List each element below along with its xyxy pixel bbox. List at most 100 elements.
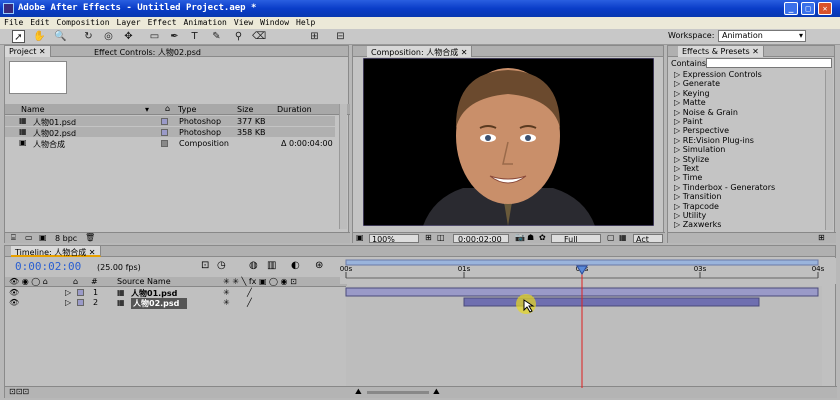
shy-switch-icon[interactable]: ✳ <box>223 288 230 297</box>
menu-animation[interactable]: Animation <box>184 18 227 29</box>
effects-category[interactable]: ▷ Simulation <box>674 145 725 154</box>
effects-category[interactable]: ▷ Trapcode <box>674 202 719 211</box>
effects-category[interactable]: ▷ Stylize <box>674 155 709 164</box>
effects-category[interactable]: ▷ Utility <box>674 211 706 220</box>
project-item[interactable]: ▦ 人物01.psd Photoshop 377 KB <box>5 116 335 127</box>
menu-file[interactable]: File <box>4 18 23 29</box>
label-column-icon[interactable]: ⌂ <box>165 104 170 113</box>
text-tool-icon[interactable]: T <box>188 30 201 43</box>
rotate-tool-icon[interactable]: ↻ <box>82 30 95 43</box>
col-name[interactable]: Name <box>21 105 45 114</box>
shy-switch-icon[interactable]: ✳ <box>223 298 230 307</box>
menu-layer[interactable]: Layer <box>117 18 141 29</box>
tab-effect-controls[interactable]: Effect Controls: 人物02.psd <box>90 46 205 57</box>
quality-switch-icon[interactable]: ╱ <box>247 288 252 297</box>
new-comp-icon[interactable]: ▣ <box>39 233 47 242</box>
tab-effects-presets[interactable]: Effects & Presets ✕ <box>678 46 764 57</box>
col-size[interactable]: Size <box>237 105 253 114</box>
always-preview-icon[interactable]: ▣ <box>356 233 364 242</box>
frame-blending-icon[interactable]: ◐ <box>291 260 300 271</box>
effects-category[interactable]: ▷ Time <box>674 173 702 182</box>
hide-shy-icon[interactable]: ▥ <box>267 260 276 271</box>
new-preset-icon[interactable]: ⊞ <box>818 233 825 242</box>
tab-project[interactable]: Project ✕ <box>5 46 51 57</box>
resolution-dropdown[interactable]: Full <box>551 234 601 244</box>
toggle-switches-icon[interactable]: ⊡⊡⊡ <box>9 387 29 396</box>
menu-edit[interactable]: Edit <box>30 18 49 29</box>
layer-row[interactable]: 👁 ▷ 2 ▦ 人物02.psd ✳ ╱ <box>5 298 347 309</box>
zoom-tool-icon[interactable]: 🔍 <box>54 30 67 43</box>
label-swatch[interactable] <box>161 118 168 125</box>
safe-zones-icon[interactable]: ⊞ <box>425 233 432 242</box>
tab-composition[interactable]: Composition: 人物合成 ✕ <box>367 46 473 57</box>
show-snapshot-icon[interactable]: ☗ <box>527 233 534 242</box>
workspace-dropdown[interactable]: Animation ▾ <box>718 30 806 42</box>
camera-view-dropdown[interactable]: Act <box>633 234 663 244</box>
mask-rect-tool-icon[interactable]: ▭ <box>148 30 161 43</box>
comp-viewer[interactable] <box>362 57 655 227</box>
track-xy-camera-icon[interactable]: ✥ <box>122 30 135 43</box>
expand-triangle-icon[interactable]: ▷ <box>65 298 71 307</box>
col-type[interactable]: Type <box>178 105 196 114</box>
effects-category[interactable]: ▷ Zaxwerks <box>674 220 721 229</box>
zoom-out-mountain-icon[interactable]: ⛰ <box>355 387 362 397</box>
effects-category[interactable]: ▷ Keying <box>674 89 710 98</box>
new-folder-icon[interactable]: ▭ <box>25 233 33 242</box>
hand-tool-icon[interactable]: ✋ <box>33 30 46 43</box>
effects-category[interactable]: ▷ RE:Vision Plug-ins <box>674 136 754 145</box>
timeline-timecode[interactable]: 0:00:02:00 <box>15 260 81 273</box>
col-duration[interactable]: Duration <box>277 105 312 114</box>
zoom-in-mountain-icon[interactable]: ⛰ <box>433 387 440 397</box>
effects-category[interactable]: ▷ Matte <box>674 98 706 107</box>
bpc-button[interactable]: 8 bpc <box>55 234 77 243</box>
interpret-footage-icon[interactable]: ⌸ <box>11 233 16 243</box>
project-scrollbar[interactable] <box>339 104 347 229</box>
menu-effect[interactable]: Effect <box>148 18 177 29</box>
local-axis-mode-icon[interactable]: ⊞ <box>308 30 321 43</box>
layer-label-swatch[interactable] <box>77 289 84 296</box>
label-swatch[interactable] <box>161 140 168 147</box>
brush-tool-icon[interactable]: ✎ <box>210 30 223 43</box>
comp-timecode[interactable]: 0:00:02:00 <box>453 234 509 244</box>
layer-name[interactable]: 人物02.psd <box>131 298 188 309</box>
world-axis-mode-icon[interactable]: ⊟ <box>334 30 347 43</box>
menu-help[interactable]: Help <box>296 18 315 29</box>
expand-triangle-icon[interactable]: ▷ <box>65 288 71 297</box>
eraser-tool-icon[interactable]: ⌫ <box>252 30 266 43</box>
label-swatch[interactable] <box>161 129 168 136</box>
layer-label-swatch[interactable] <box>77 299 84 306</box>
project-item[interactable]: ▣ 人物合成 Composition Δ 0:00:04:00 <box>5 138 335 149</box>
transparency-grid-icon[interactable]: ▦ <box>619 233 627 242</box>
col-source-name[interactable]: Source Name <box>117 277 171 286</box>
visibility-eye-icon[interactable]: 👁 <box>9 298 19 307</box>
trash-icon[interactable]: 🗑 <box>85 233 95 242</box>
timeline-zoom-slider[interactable] <box>367 391 429 394</box>
close-button[interactable]: ✕ <box>818 2 832 15</box>
layer-row[interactable]: 👁 ▷ 1 ▦ 人物01.psd ✳ ╱ <box>5 288 347 298</box>
effects-search-input[interactable] <box>706 58 832 68</box>
col-layer-number[interactable]: # <box>91 277 98 286</box>
motion-blur-icon[interactable]: ⊛ <box>315 260 323 271</box>
snapshot-icon[interactable]: 📷 <box>515 233 525 242</box>
menu-composition[interactable]: Composition <box>57 18 110 29</box>
effects-category[interactable]: ▷ Transition <box>674 192 721 201</box>
tab-timeline[interactable]: Timeline: 人物合成 ✕ <box>11 246 101 257</box>
comp-mini-flowchart-icon[interactable]: ⊡ <box>201 260 209 271</box>
sort-chevron-icon[interactable]: ▾ <box>145 105 149 114</box>
minimize-button[interactable]: _ <box>784 2 798 15</box>
live-update-icon[interactable]: ◷ <box>217 260 226 271</box>
effects-category[interactable]: ▷ Perspective <box>674 126 729 135</box>
selection-tool-icon[interactable]: ➚ <box>12 30 25 43</box>
project-item[interactable]: ▦ 人物02.psd Photoshop 358 KB <box>5 127 335 138</box>
effects-category[interactable]: ▷ Generate <box>674 79 720 88</box>
effects-category[interactable]: ▷ Paint <box>674 117 703 126</box>
region-of-interest-icon[interactable]: ▢ <box>607 233 615 242</box>
mask-view-icon[interactable]: ◫ <box>437 233 445 242</box>
zoom-dropdown[interactable]: 100% <box>369 234 419 244</box>
effects-scrollbar[interactable] <box>825 70 833 230</box>
channel-icon[interactable]: ✿ <box>539 233 546 242</box>
effects-category[interactable]: ▷ Noise & Grain <box>674 108 738 117</box>
menu-view[interactable]: View <box>234 18 253 29</box>
effects-category[interactable]: ▷ Tinderbox - Generators <box>674 183 775 192</box>
draft-3d-icon[interactable]: ◍ <box>249 260 258 271</box>
